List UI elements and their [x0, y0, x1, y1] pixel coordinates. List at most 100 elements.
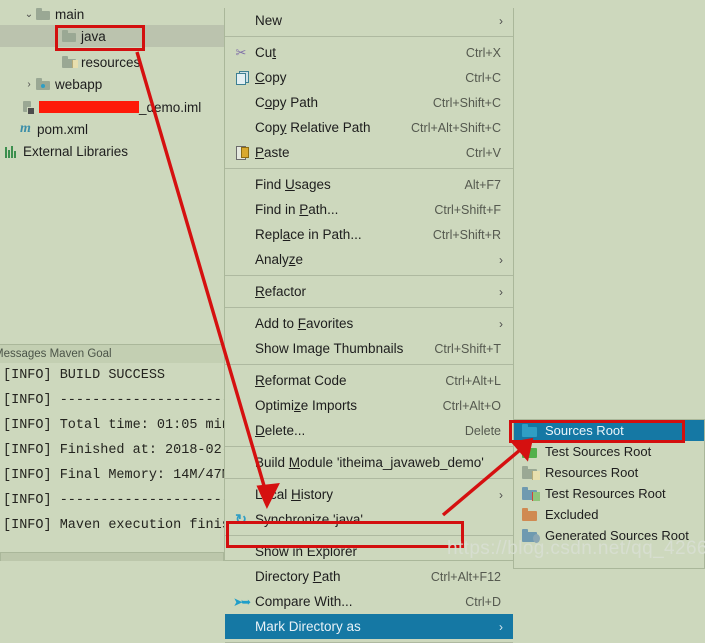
tree-item-external-libraries[interactable]: External Libraries [0, 140, 226, 162]
menu-item-local-history[interactable]: Local History › [225, 482, 513, 507]
menu-item-cut[interactable]: ✂ Cut Ctrl+X [225, 40, 513, 65]
submenu-item-resources-root[interactable]: Resources Root [514, 462, 704, 483]
menu-item-label: Local History [255, 487, 334, 502]
submenu-item-test-sources-root[interactable]: Test Sources Root [514, 441, 704, 462]
menu-item-shortcut: Ctrl+Shift+C [432, 95, 501, 110]
maven-log-line: [INFO] Finished at: 2018-02- [3, 443, 226, 458]
menu-item-reformat-code[interactable]: Reformat Code Ctrl+Alt+L [225, 368, 513, 393]
menu-item-copy-path[interactable]: Copy Path Ctrl+Shift+C [225, 90, 513, 115]
tree-item-pom-xml[interactable]: m pom.xml [0, 118, 226, 140]
menu-item-refactor[interactable]: Refactor › [225, 279, 513, 304]
maven-log-line: [INFO] Total time: 01:05 min [3, 418, 226, 433]
maven-log-line: [INFO] Final Memory: 14M/47M [3, 468, 226, 483]
menu-item-paste[interactable]: Paste Ctrl+V [225, 140, 513, 165]
menu-item-find-in-path[interactable]: Find in Path... Ctrl+Shift+F [225, 197, 513, 222]
watermark-text: https://blog.csdn.net/qq_42663973 [447, 538, 705, 559]
menu-item-label: Synchronize 'java' [255, 512, 363, 527]
menu-item-label: Copy Path [255, 95, 319, 110]
menu-item-shortcut: Ctrl+C [465, 70, 501, 85]
menu-separator [225, 535, 513, 536]
tree-item-main[interactable]: ⌄ main [0, 3, 226, 25]
tree-item-label: webapp [55, 76, 103, 92]
menu-item-label: Find Usages [255, 177, 331, 192]
menu-item-label: Add to Favorites [255, 316, 354, 331]
tree-item-resources[interactable]: resources [0, 51, 226, 73]
menu-item-shortcut: Ctrl+Alt+O [442, 398, 501, 413]
tree-item-webapp[interactable]: › webapp [0, 73, 226, 95]
maven-log-line: [INFO] Maven execution finis [3, 518, 226, 533]
chevron-right-icon: › [499, 252, 503, 267]
scissors-icon: ✂ [235, 44, 247, 60]
submenu-item-label: Excluded [545, 507, 599, 522]
tree-item-label: resources [81, 54, 141, 70]
maven-panel-title: Messages Maven Goal [0, 348, 112, 360]
menu-item-new[interactable]: New › [225, 8, 513, 33]
libraries-icon [5, 145, 19, 158]
menu-item-shortcut: Ctrl+Shift+F [434, 202, 501, 217]
tree-item-label: External Libraries [23, 143, 129, 159]
menu-separator [225, 307, 513, 308]
maven-m-icon: m [20, 121, 31, 136]
menu-separator [225, 275, 513, 276]
menu-item-directory-path[interactable]: Directory Path Ctrl+Alt+F12 [225, 564, 513, 589]
menu-item-copy-relative-path[interactable]: Copy Relative Path Ctrl+Alt+Shift+C [225, 115, 513, 140]
folder-resources-root-icon [522, 466, 540, 480]
tree-twisty-icon[interactable]: › [22, 79, 36, 90]
chevron-right-icon: › [499, 487, 503, 502]
menu-item-shortcut: Ctrl+Alt+L [445, 373, 501, 388]
menu-item-analyze[interactable]: Analyze › [225, 247, 513, 272]
menu-item-shortcut: Ctrl+Shift+T [434, 341, 501, 356]
folder-icon [36, 8, 50, 20]
copy-icon [231, 65, 251, 90]
submenu-item-label: Sources Root [545, 423, 624, 438]
menu-item-build-module-itheima-javaweb-demo[interactable]: Build Module 'itheima_javaweb_demo' [225, 450, 513, 475]
module-file-icon [22, 100, 35, 115]
menu-item-mark-directory-as[interactable]: Mark Directory as › [225, 614, 513, 639]
menu-item-copy[interactable]: Copy Ctrl+C [225, 65, 513, 90]
folder-excluded-icon [522, 508, 538, 521]
menu-item-compare-with[interactable]: ➤➥ Compare With... Ctrl+D [225, 589, 513, 614]
tree-item-label: _demo.iml [139, 99, 202, 115]
redacted-filename-bar [39, 101, 139, 113]
tree-twisty-icon[interactable]: ⌄ [22, 9, 36, 20]
project-tree-panel[interactable]: ⌄ main java resources › webapp _demo.imlm pom.x… [0, 0, 226, 344]
menu-item-shortcut: Ctrl+X [465, 45, 501, 60]
menu-item-show-image-thumbnails[interactable]: Show Image Thumbnails Ctrl+Shift+T [225, 336, 513, 361]
menu-item-delete[interactable]: Delete... Delete [225, 418, 513, 443]
maven-messages-panel[interactable]: Messages Maven Goal [INFO] BUILD SUCCESS… [0, 344, 226, 569]
editor-background [514, 0, 705, 419]
menu-item-label: Compare With... [255, 594, 353, 609]
folder-icon [62, 30, 76, 42]
sync-icon: ↻ [235, 511, 247, 527]
menu-item-label: Mark Directory as [255, 619, 361, 634]
menu-item-label: Copy [255, 70, 287, 85]
menu-separator [225, 168, 513, 169]
tree-item-label: pom.xml [37, 121, 89, 137]
submenu-item-label: Test Sources Root [545, 444, 652, 459]
submenu-item-test-resources-root[interactable]: Test Resources Root [514, 483, 704, 504]
maven-log-output: [INFO] BUILD SUCCESS [INFO] -------------… [0, 363, 226, 553]
menu-item-label: Show Image Thumbnails [255, 341, 404, 356]
submenu-item-sources-root[interactable]: Sources Root [514, 420, 704, 441]
tree-item-java[interactable]: java [0, 25, 226, 47]
file-context-menu[interactable]: New › ✂ Cut Ctrl+X Copy Ctrl+C Copy Path Ctrl+Sh… [224, 8, 514, 643]
compare-icon: ➤➥ [232, 594, 251, 609]
menu-item-synchronize-java[interactable]: ↻ Synchronize 'java' [225, 507, 513, 532]
menu-item-find-usages[interactable]: Find Usages Alt+F7 [225, 172, 513, 197]
menu-item-label: Paste [255, 145, 290, 160]
menu-separator [225, 478, 513, 479]
maven-log-line: [INFO] ---------------------- [3, 493, 226, 508]
menu-item-label: Optimize Imports [255, 398, 358, 413]
folder-test-resources-icon [522, 487, 540, 501]
maven-log-line: [INFO] BUILD SUCCESS [3, 368, 166, 383]
menu-separator [225, 446, 513, 447]
menu-item-optimize-imports[interactable]: Optimize Imports Ctrl+Alt+O [225, 393, 513, 418]
menu-item-replace-in-path[interactable]: Replace in Path... Ctrl+Shift+R [225, 222, 513, 247]
menu-item-label: Find in Path... [255, 202, 339, 217]
tree-item-module-iml[interactable]: _demo.iml [0, 96, 226, 118]
maven-log-line: [INFO] ---------------------- [3, 393, 226, 408]
maven-panel-header: Messages Maven Goal [0, 344, 226, 363]
menu-item-add-to-favorites[interactable]: Add to Favorites › [225, 311, 513, 336]
paste-icon [231, 140, 251, 165]
submenu-item-excluded[interactable]: Excluded [514, 504, 704, 525]
